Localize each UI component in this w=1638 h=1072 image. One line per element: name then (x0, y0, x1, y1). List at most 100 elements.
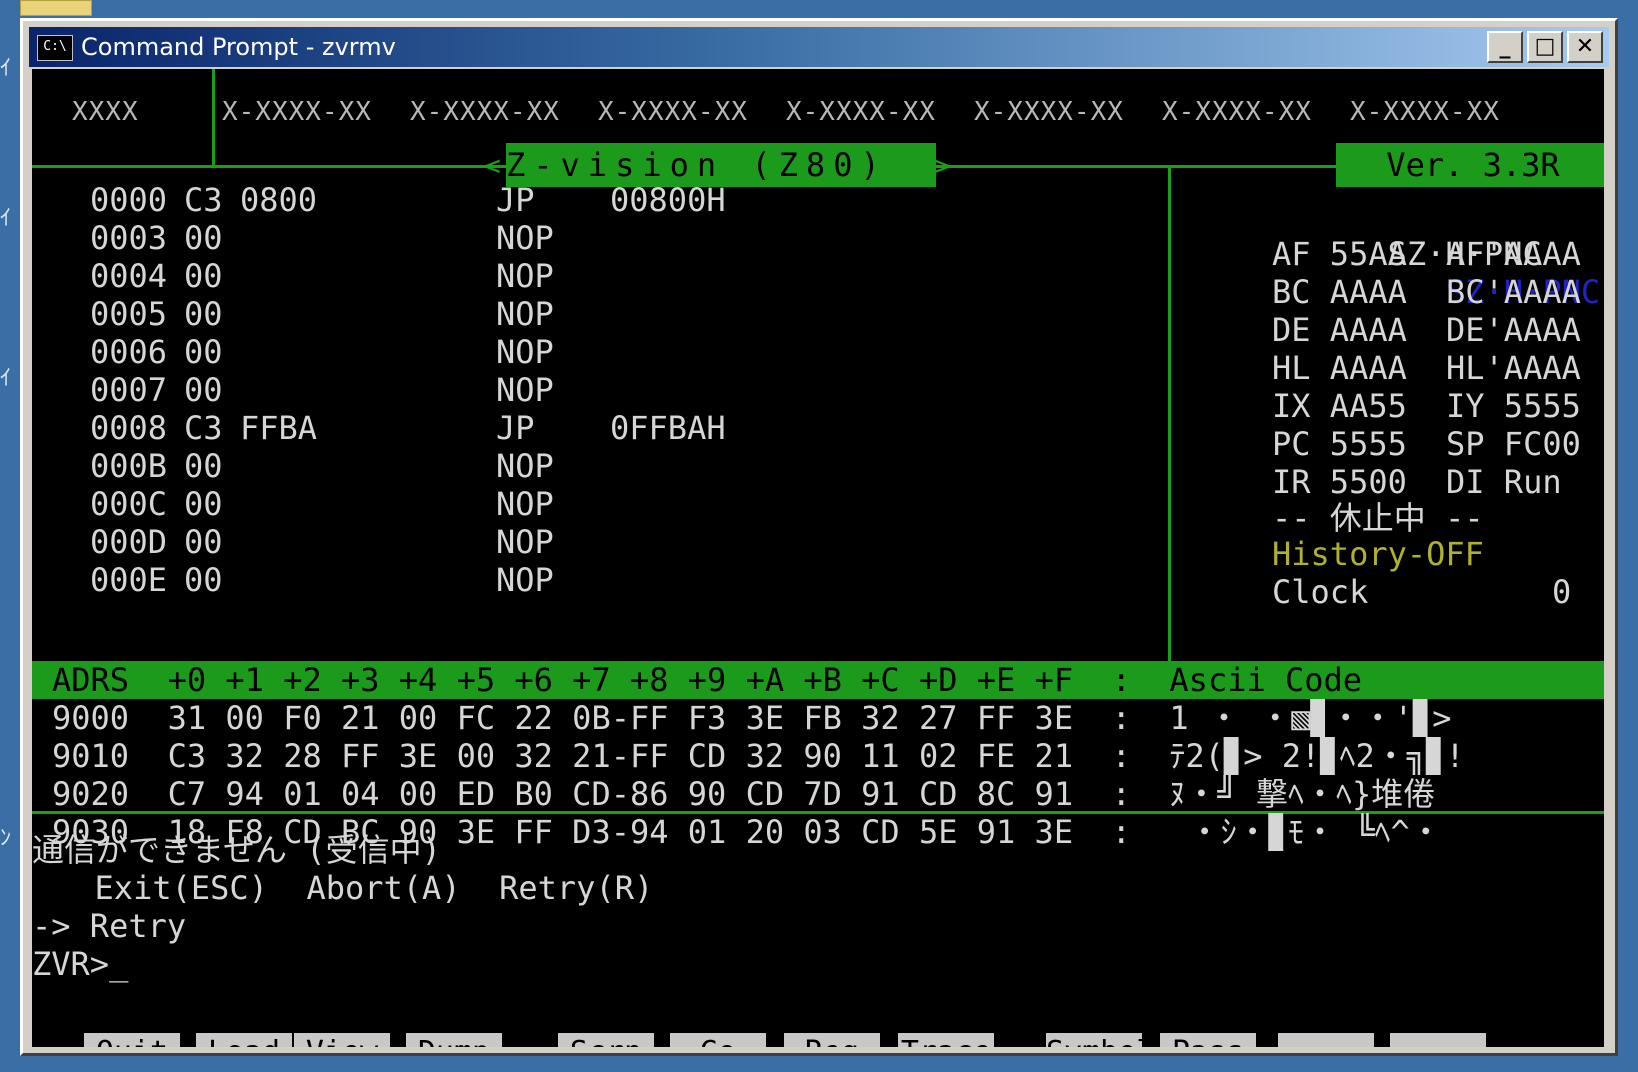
disasm-addr: 0005 (90, 295, 168, 333)
fkey-pass-button[interactable]: Pass (1160, 1033, 1256, 1047)
disasm-addr: 000B (90, 447, 168, 485)
disasm-operand: 0FFBAH (610, 409, 726, 447)
desktop-icon-label-fragment: ｲ (0, 366, 12, 391)
minimize-button[interactable]: _ (1487, 31, 1523, 63)
register-value: AF'AAAA (1446, 235, 1581, 273)
register-value: HL'AAAA (1446, 349, 1581, 387)
header-cell: X-XXXX-XX (222, 97, 372, 127)
desktop-folder-icon[interactable] (20, 0, 92, 16)
header-cell: X-XXXX-XX (786, 97, 936, 127)
divider (212, 69, 215, 167)
disasm-addr: 0004 (90, 257, 168, 295)
fkey-symbol-button[interactable]: Symbol (1046, 1033, 1142, 1047)
disasm-op: NOP (496, 561, 554, 599)
clock-label: Clock (1272, 573, 1369, 611)
disasm-addr: 000D (90, 523, 168, 561)
disasm-addr: 0007 (90, 371, 168, 409)
register-value: DE'AAAA (1446, 311, 1581, 349)
disasm-bytes: 00 (184, 523, 223, 561)
register-value: AF 55AA (1272, 235, 1407, 273)
fkey-go-button[interactable]: Go (670, 1033, 766, 1047)
clock-value: 0 (1552, 573, 1572, 611)
disasm-op: NOP (496, 447, 554, 485)
command-prompt-window: C:\ Command Prompt - zvrmv _ □ ✕ XXXX X-… (20, 18, 1618, 1056)
disasm-arg: 0800 (240, 181, 318, 219)
fkey-reg-button[interactable]: Reg (784, 1033, 880, 1047)
header-cell: X-XXXX-XX (410, 97, 560, 127)
console-screen[interactable]: XXXX X-XXXX-XX X-XXXX-XX X-XXXX-XX X-XXX… (32, 69, 1604, 1047)
fkey-trace-button[interactable]: Trace (898, 1033, 994, 1047)
register-value: DE AAAA (1272, 311, 1407, 349)
disasm-bytes: 00 (184, 447, 223, 485)
register-value: PC 5555 (1272, 425, 1407, 463)
disasm-operand: 00800H (610, 181, 726, 219)
disasm-addr: 0000 (90, 181, 168, 219)
fkey-dump-button[interactable]: Dump (406, 1033, 502, 1047)
register-value: BC'AAAA (1446, 273, 1581, 311)
disasm-bytes: 00 (184, 333, 223, 371)
disasm-bytes: 00 (184, 561, 223, 599)
dump-header: ADRS +0 +1 +2 +3 +4 +5 +6 +7 +8 +9 +A +B… (32, 661, 1604, 699)
banner-left-arrow: < (484, 149, 501, 182)
header-cell: X-XXXX-XX (1350, 97, 1500, 127)
version-label: Ver. 3.3R (1336, 143, 1604, 187)
title-bar[interactable]: C:\ Command Prompt - zvrmv _ □ ✕ (29, 27, 1609, 67)
header-cell: X-XXXX-XX (974, 97, 1124, 127)
disasm-op: NOP (496, 523, 554, 561)
disasm-bytes: 00 (184, 295, 223, 333)
dump-row[interactable]: 9010 C3 32 28 FF 3E 00 32 21-FF CD 32 90… (52, 737, 1465, 775)
fkey-blank-button[interactable] (1278, 1033, 1374, 1047)
disasm-addr: 0003 (90, 219, 168, 257)
register-value: SP FC00 (1446, 425, 1581, 463)
desktop-icon-label-fragment: ｲ (0, 56, 12, 81)
fkey-load-button[interactable]: Load (196, 1033, 292, 1047)
fkey-view-button[interactable]: View (294, 1033, 390, 1047)
header-cell: XXXX (72, 97, 139, 127)
disasm-arg: FFBA (240, 409, 318, 447)
console-icon[interactable]: C:\ (37, 35, 73, 61)
register-value: IR 5500 (1272, 463, 1407, 501)
register-value: BC AAAA (1272, 273, 1407, 311)
fkey-scrn-button[interactable]: Scrn (558, 1033, 654, 1047)
disasm-op: NOP (496, 219, 554, 257)
disasm-op: NOP (496, 371, 554, 409)
disasm-addr: 000E (90, 561, 168, 599)
disasm-bytes: 00 (184, 485, 223, 523)
disasm-op: NOP (496, 257, 554, 295)
disasm-op: JP (496, 409, 535, 447)
divider (1168, 165, 1171, 661)
header-cell: X-XXXX-XX (1162, 97, 1312, 127)
desktop-icon-label-fragment: ﾝ (0, 826, 12, 851)
disasm-op: JP (496, 181, 535, 219)
disasm-addr: 0006 (90, 333, 168, 371)
register-value: IX AA55 (1272, 387, 1407, 425)
maximize-button[interactable]: □ (1527, 31, 1563, 63)
disasm-bytes: C3 (184, 181, 223, 219)
register-value: DI Run (1446, 463, 1562, 501)
register-value: HL AAAA (1272, 349, 1407, 387)
error-message: 通信ができません (受信中) (32, 831, 441, 869)
disasm-addr: 000C (90, 485, 168, 523)
fkey-quit-button[interactable]: Quit (84, 1033, 180, 1047)
run-status: -- 休止中 -- (1272, 499, 1484, 537)
disasm-op: NOP (496, 295, 554, 333)
selected-choice: -> Retry (32, 907, 187, 945)
disasm-op: NOP (496, 485, 554, 523)
register-value: IY 5555 (1446, 387, 1581, 425)
disasm-bytes: 00 (184, 257, 223, 295)
history-status: History-OFF (1272, 535, 1484, 573)
header-cell: X-XXXX-XX (598, 97, 748, 127)
disasm-bytes: 00 (184, 219, 223, 257)
dump-row[interactable]: 9000 31 00 F0 21 00 FC 22 0B-FF F3 3E FB… (52, 699, 1452, 737)
function-key-bar: Quit LoadView Dump Scrn Go Reg Trace Symbol Pass (32, 1033, 1604, 1047)
disasm-bytes: 00 (184, 371, 223, 409)
disasm-op: NOP (496, 333, 554, 371)
disasm-bytes: C3 (184, 409, 223, 447)
desktop-icon-label-fragment: ｲ (0, 206, 12, 231)
close-button[interactable]: ✕ (1567, 31, 1603, 63)
banner-right-arrow: > (934, 149, 951, 182)
dump-row[interactable]: 9020 C7 94 01 04 00 ED B0 CD-86 90 CD 7D… (52, 775, 1435, 813)
command-prompt[interactable]: ZVR>_ (32, 945, 128, 983)
disasm-addr: 0008 (90, 409, 168, 447)
fkey-blank-button[interactable] (1390, 1033, 1486, 1047)
